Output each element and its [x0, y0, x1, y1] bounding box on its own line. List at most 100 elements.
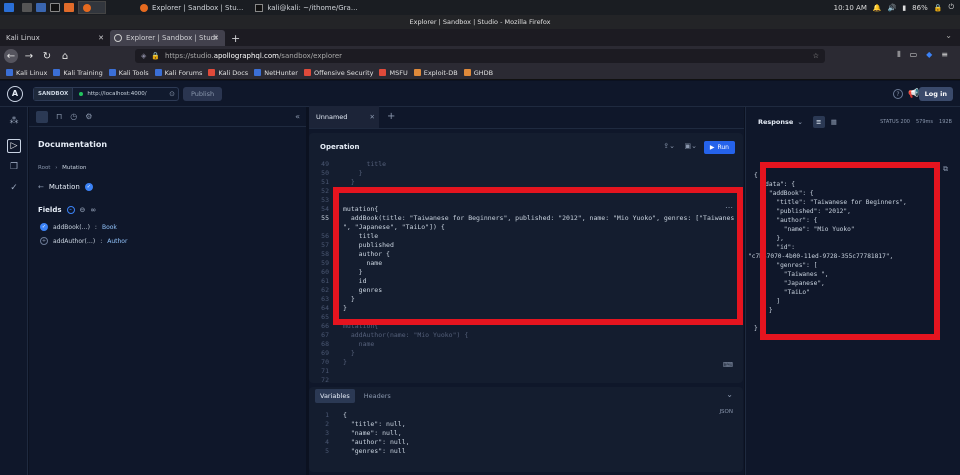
clock[interactable]: 10:10 AM — [834, 4, 867, 12]
code-line: 1{ — [309, 411, 410, 420]
operation-title: Operation — [320, 143, 360, 151]
bookmark-item[interactable]: Kali Forums — [154, 69, 202, 77]
breadcrumb-root[interactable]: Root — [38, 165, 50, 171]
code-line: 2 "title": null, — [309, 420, 410, 429]
bookmark-item[interactable]: Exploit-DB — [413, 69, 458, 77]
run-button[interactable]: ▶ Run — [703, 141, 735, 154]
line-number: 62 — [321, 286, 329, 294]
bookmark-item[interactable]: NetHunter — [254, 69, 298, 77]
task-terminal[interactable]: kali@kali: ~/ithome/Gra... — [251, 1, 361, 14]
bookmark-item[interactable]: GHDB — [463, 69, 493, 77]
share-icon[interactable]: ⇪⌄ — [663, 142, 675, 150]
new-tab-button[interactable]: + — [225, 30, 246, 46]
login-button[interactable]: Log in — [918, 87, 953, 101]
tab-variables[interactable]: Variables — [315, 389, 355, 403]
bell-icon[interactable]: 🔔 — [873, 4, 882, 12]
close-icon[interactable]: ✕ — [213, 34, 219, 42]
reload-button[interactable]: ↻ — [40, 49, 54, 63]
line-number: 53 — [321, 196, 329, 204]
save-icon[interactable]: ▣⌄ — [685, 142, 697, 150]
menu-icon[interactable]: ≡ — [941, 50, 948, 60]
check-icon[interactable]: ✓ — [40, 223, 48, 231]
files-icon[interactable] — [36, 3, 46, 12]
power-icon[interactable]: ⏻ — [948, 3, 954, 12]
close-icon[interactable]: ✕ — [98, 34, 104, 42]
extension-icon[interactable]: ◆ — [926, 50, 932, 60]
checks-icon[interactable]: ✓ — [7, 181, 21, 195]
explorer-icon[interactable]: ▷ — [7, 139, 21, 153]
bookmark-icon — [463, 69, 471, 76]
history-icon[interactable]: ◷ — [70, 112, 77, 121]
notification-icon[interactable]: 📢 — [908, 89, 919, 99]
bookmark-item[interactable]: Kali Training — [53, 69, 103, 77]
volume-icon[interactable]: 🔊 — [888, 4, 897, 12]
response-title[interactable]: Response — [758, 118, 793, 126]
library-icon[interactable]: ⫴ — [897, 50, 900, 60]
bookmark-item[interactable]: Offensive Security — [303, 69, 373, 77]
shield-icon[interactable]: ◈ — [141, 52, 146, 60]
settings-icon[interactable]: ⚙ — [85, 112, 92, 121]
bookmark-item[interactable]: Kali Linux — [6, 69, 47, 77]
table-view-icon[interactable]: ▦ — [831, 118, 837, 126]
sidebar-icon[interactable]: ▭ — [910, 50, 918, 60]
tab-kali-linux[interactable]: Kali Linux ✕ — [0, 30, 110, 46]
publish-button[interactable]: Publish — [183, 87, 223, 101]
help-icon[interactable]: ? — [893, 89, 903, 99]
chevron-down-icon[interactable]: ⌄ — [797, 118, 802, 126]
forward-button[interactable]: → — [22, 49, 36, 63]
settings-icon[interactable]: ⊙ — [169, 90, 175, 98]
back-button[interactable]: ← — [4, 49, 18, 63]
collections-icon[interactable]: ❐ — [7, 160, 21, 174]
desktop-icon[interactable] — [22, 3, 32, 12]
apollo-logo[interactable]: A — [7, 85, 23, 102]
task-firefox-active[interactable] — [78, 1, 106, 14]
collapse-icon[interactable]: « — [295, 112, 300, 121]
variables-editor[interactable]: 1{2 "title": null, 3 "name": null, 4 "auth… — [309, 411, 410, 456]
field-type[interactable]: Author — [107, 238, 127, 245]
line-number: 66 — [321, 322, 329, 330]
field-add-book[interactable]: ✓ addBook(…): Book — [40, 223, 117, 231]
tab-explorer[interactable]: Explorer | Sandbox | Studi ✕ — [110, 30, 225, 46]
close-icon[interactable]: ✕ — [370, 113, 375, 121]
battery-icon[interactable]: ▮ — [902, 4, 906, 12]
collapse-icon[interactable]: ⌄ — [726, 390, 733, 399]
lock-icon[interactable]: 🔒 — [151, 52, 160, 60]
bookmark-icon — [208, 69, 216, 76]
bookmark-item[interactable]: Kali Docs — [208, 69, 248, 77]
line-number: 63 — [321, 295, 329, 303]
more-icon[interactable]: ∞ — [90, 206, 96, 214]
add-tab-button[interactable]: + — [387, 111, 395, 122]
tab-unnamed[interactable]: Unnamed ✕ — [309, 106, 379, 128]
bookmark-item[interactable]: MSFU — [379, 69, 408, 77]
back-arrow-icon[interactable]: ← — [38, 183, 44, 191]
sort-icon[interactable]: ⊖ — [80, 206, 86, 214]
add-icon[interactable]: + — [40, 237, 48, 245]
terminal-icon[interactable] — [50, 3, 60, 12]
list-tabs-icon[interactable]: ⌄ — [945, 31, 952, 40]
task-firefox[interactable]: Explorer | Sandbox | Stu... — [136, 1, 247, 14]
code-text: name — [343, 340, 375, 348]
bookmark-item[interactable]: Kali Tools — [108, 69, 149, 77]
copy-icon[interactable]: ⧉ — [943, 165, 948, 174]
bookmark-icon[interactable]: ⊓ — [56, 112, 62, 121]
documentation-panel: ⊓ ◷ ⚙ « Documentation Root › Mutation ← … — [29, 107, 306, 475]
list-view-icon[interactable]: ≡ — [812, 116, 825, 128]
code-line: 51 } — [309, 178, 743, 187]
field-type[interactable]: Book — [102, 224, 117, 231]
line-number: 50 — [321, 169, 329, 177]
kali-menu-icon[interactable] — [4, 3, 14, 12]
play-icon: ▶ — [709, 144, 715, 151]
docs-view-icon[interactable] — [36, 110, 48, 123]
field-add-author[interactable]: + addAuthor(…): Author — [40, 237, 127, 245]
schema-icon[interactable]: ⁂ — [7, 114, 21, 128]
check-icon[interactable]: ✓ — [84, 183, 93, 191]
endpoint-selector[interactable]: SANDBOX http://localhost:4000/ ⊙ — [33, 87, 179, 101]
lock-icon[interactable]: 🔒 — [934, 4, 943, 12]
select-all-icon[interactable]: – — [66, 206, 75, 214]
home-button[interactable]: ⌂ — [58, 49, 72, 63]
firefox-icon[interactable] — [64, 3, 74, 12]
keyboard-icon[interactable]: ⌨ — [723, 361, 733, 369]
url-bar[interactable]: ◈ 🔒 https://studio. apollographql.com/san… — [135, 49, 825, 63]
bookmark-star-icon[interactable]: ☆ — [813, 52, 819, 60]
tab-headers[interactable]: Headers — [359, 389, 396, 403]
